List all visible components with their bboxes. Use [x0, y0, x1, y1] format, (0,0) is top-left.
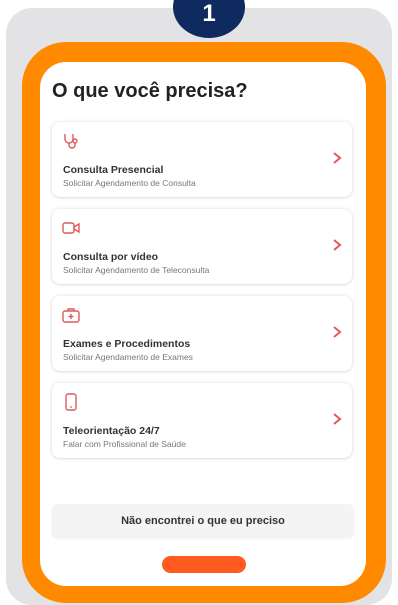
- option-subtitle: Falar com Profissional de Saúde: [63, 439, 186, 449]
- option-title: Exames e Procedimentos: [63, 338, 191, 350]
- step-number: 1: [202, 0, 216, 27]
- option-title: Teleorientação 24/7: [63, 425, 160, 437]
- option-consulta-presencial[interactable]: Consulta Presencial Solicitar Agendament…: [52, 122, 352, 197]
- option-exames-procedimentos[interactable]: Exames e Procedimentos Solicitar Agendam…: [52, 296, 352, 371]
- option-subtitle: Solicitar Agendamento de Teleconsulta: [63, 265, 210, 275]
- option-title: Consulta Presencial: [63, 164, 164, 176]
- chevron-right-icon: [333, 326, 342, 338]
- medical-kit-icon: [62, 308, 80, 323]
- smartphone-icon: [65, 393, 77, 411]
- option-consulta-video[interactable]: Consulta por vídeo Solicitar Agendamento…: [52, 209, 352, 284]
- phone-screen: O que você precisa? Consulta Presencial …: [40, 62, 366, 586]
- not-found-button[interactable]: Não encontrei o que eu preciso: [52, 504, 354, 538]
- video-camera-icon: [62, 222, 80, 234]
- option-subtitle: Solicitar Agendamento de Consulta: [63, 178, 196, 188]
- step-number-badge: 1: [173, 0, 245, 38]
- home-indicator[interactable]: [162, 556, 246, 573]
- option-title: Consulta por vídeo: [63, 251, 159, 263]
- stethoscope-icon: [64, 134, 78, 149]
- chevron-right-icon: [333, 413, 342, 425]
- option-subtitle: Solicitar Agendamento de Exames: [63, 352, 193, 362]
- chevron-right-icon: [333, 239, 342, 251]
- chevron-right-icon: [333, 152, 342, 164]
- option-teleorientacao[interactable]: Teleorientação 24/7 Falar com Profission…: [52, 383, 352, 458]
- page-title: O que você precisa?: [52, 80, 248, 102]
